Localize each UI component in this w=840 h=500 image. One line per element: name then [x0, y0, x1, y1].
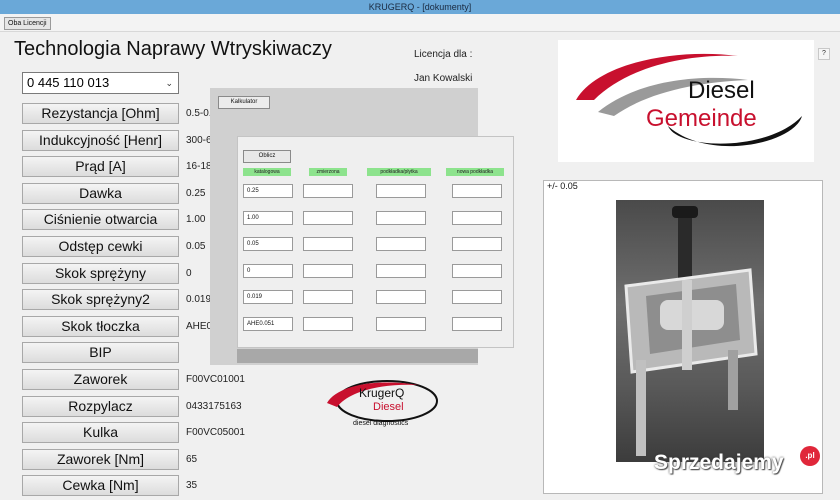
column-header-podkladka: podkładka/płytka [367, 168, 431, 176]
calculator-cell[interactable]: 1.00 [243, 211, 293, 225]
calculator-cell[interactable] [303, 264, 353, 278]
injector-selector-value: 0 445 110 013 [27, 75, 110, 90]
param-value: 0.05 [186, 241, 206, 252]
calculator-cell[interactable] [303, 184, 353, 198]
param-button[interactable]: Cewka [Nm] [22, 475, 179, 496]
injector-fixture-photo [616, 200, 764, 462]
calculator-cell[interactable] [376, 290, 426, 304]
diesel-gemeinde-logo: Diesel Gemeinde [558, 40, 814, 162]
logo-gemeinde-text: Gemeinde [646, 105, 757, 132]
calculator-cell[interactable]: 0.25 [243, 184, 293, 198]
param-value: F00VC01001 [186, 374, 245, 385]
param-value: F00VC05001 [186, 427, 245, 438]
horizontal-scrollbar[interactable] [237, 349, 478, 363]
oblicz-button[interactable]: Oblicz [243, 150, 291, 163]
param-value: 0 [186, 268, 192, 279]
calculator-cell[interactable] [452, 237, 502, 251]
app-title: Technologia Naprawy Wtryskiwaczy [14, 38, 332, 60]
calculator-cell[interactable]: 0 [243, 264, 293, 278]
injector-fixture-icon [624, 206, 758, 456]
param-value: 0433175163 [186, 401, 242, 412]
krugerq-name-text: KrugerQ [359, 386, 404, 400]
param-button[interactable]: Skok tłoczka [22, 316, 179, 337]
kalkulator-button[interactable]: Kalkulator [218, 96, 270, 109]
calculator-cell[interactable] [303, 237, 353, 251]
param-button[interactable]: Zaworek [Nm] [22, 449, 179, 470]
diesel-gemeinde-swoosh-icon: Diesel Gemeinde [576, 53, 802, 147]
calculator-cell[interactable] [376, 264, 426, 278]
krugerq-logo-icon: KrugerQ Diesel diesel diagnostics [327, 380, 438, 427]
krugerq-diesel-text: Diesel [373, 401, 404, 413]
param-button[interactable]: Skok sprężyny2 [22, 289, 179, 310]
param-button[interactable]: Prąd [A] [22, 156, 179, 177]
license-label: Licencja dla : [414, 49, 473, 60]
krugerq-diesel-logo: KrugerQ Diesel diesel diagnostics [323, 377, 441, 429]
param-button[interactable]: Rozpylacz [22, 396, 179, 417]
calculator-cell[interactable] [452, 290, 502, 304]
injector-selector[interactable]: 0 445 110 013 ⌄ [22, 72, 179, 94]
calculator-cell[interactable] [303, 211, 353, 225]
calculator-cell[interactable] [376, 237, 426, 251]
column-header-nowa-podkladka: nowa podkładka [446, 168, 504, 176]
sprzedajemy-watermark: Sprzedajemy [654, 451, 784, 474]
license-user: Jan Kowalski [414, 73, 473, 84]
param-value: 0.019 [186, 294, 212, 305]
param-button[interactable]: Zaworek [22, 369, 179, 390]
param-value: 1.00 [186, 214, 206, 225]
param-value: 16-18 [186, 161, 212, 172]
sprzedajemy-badge: .pl [800, 446, 820, 466]
calculator-cell[interactable]: AHE0.051 [243, 317, 293, 331]
calculator-cell[interactable] [376, 184, 426, 198]
calculator-cell[interactable] [376, 211, 426, 225]
calculator-cell[interactable] [452, 211, 502, 225]
menu-bar: Oba Licencji [0, 14, 840, 32]
column-header-katalogowa: katalogowa [243, 168, 291, 176]
window-titlebar: KRUGERQ - [dokumenty] [0, 0, 840, 14]
param-button[interactable]: Kulka [22, 422, 179, 443]
param-button[interactable]: Ciśnienie otwarcia [22, 209, 179, 230]
help-button[interactable]: ? [818, 48, 830, 60]
calculator-cell[interactable]: 0.05 [243, 237, 293, 251]
calculator-cell[interactable] [452, 317, 502, 331]
column-header-zmierzona: zmierzona [309, 168, 347, 176]
calculator-cell[interactable]: 0.019 [243, 290, 293, 304]
param-button[interactable]: Skok sprężyny [22, 263, 179, 284]
param-button[interactable]: Rezystancja [Ohm] [22, 103, 179, 124]
calculator-cell[interactable] [303, 290, 353, 304]
logo-diesel-text: Diesel [688, 77, 755, 104]
krugerq-tag-text: diesel diagnostics [353, 420, 409, 427]
tolerance-label: +/- 0.05 [547, 181, 578, 191]
calculator-cell[interactable] [303, 317, 353, 331]
param-value: 35 [186, 480, 198, 491]
chevron-down-icon: ⌄ [165, 78, 173, 88]
param-button[interactable]: Dawka [22, 183, 179, 204]
menu-item-licencja[interactable]: Oba Licencji [4, 17, 51, 30]
param-value: 0.25 [186, 188, 206, 199]
param-value: 65 [186, 454, 198, 465]
param-button[interactable]: BIP [22, 342, 179, 363]
param-button[interactable]: Odstęp cewki [22, 236, 179, 257]
param-button[interactable]: Indukcyjność [Henr] [22, 130, 179, 151]
calculator-cell[interactable] [376, 317, 426, 331]
calculator-cell[interactable] [452, 264, 502, 278]
calculator-cell[interactable] [452, 184, 502, 198]
